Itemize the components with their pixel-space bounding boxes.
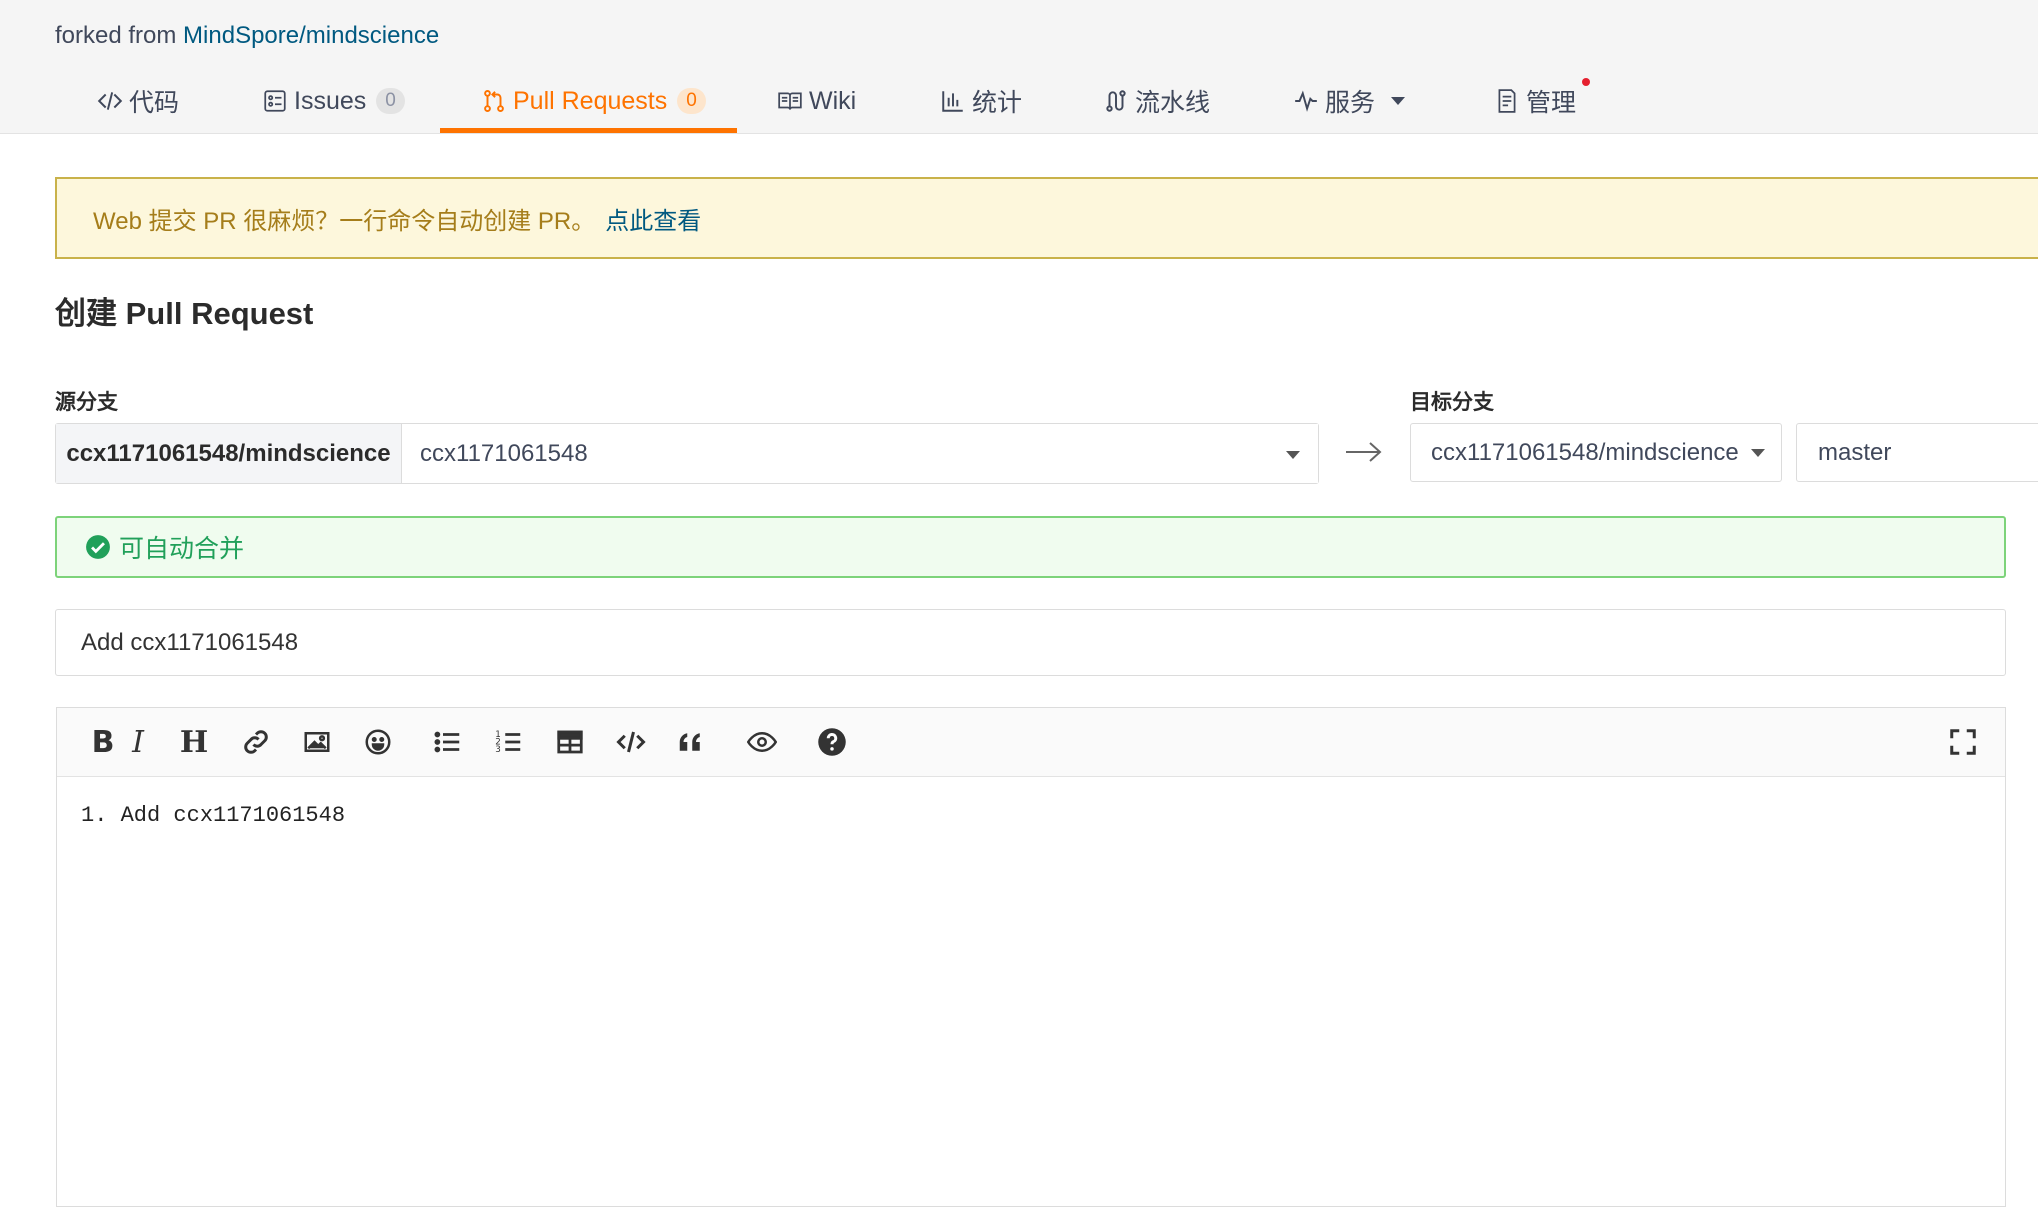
target-branch-select[interactable]: master xyxy=(1796,423,2038,482)
target-repo-value: ccx1171061548/mindscience xyxy=(1431,438,1739,466)
image-button[interactable] xyxy=(298,723,336,761)
book-icon xyxy=(778,92,802,110)
caret-down-icon xyxy=(1286,451,1300,459)
pull-requests-count-badge: 0 xyxy=(677,88,706,114)
tab-manage-label: 管理 xyxy=(1526,89,1577,117)
tab-services[interactable]: 服务 xyxy=(1293,72,1406,130)
pull-request-icon xyxy=(484,90,504,112)
check-circle-icon xyxy=(86,535,110,559)
table-button[interactable] xyxy=(551,723,589,761)
forked-prefix: forked from xyxy=(55,22,177,49)
ordered-list-icon: 123 xyxy=(495,730,521,755)
heading-icon: H xyxy=(179,724,209,760)
target-branch-value: master xyxy=(1818,438,1892,466)
table-icon xyxy=(557,730,583,754)
emoji-icon xyxy=(365,729,391,755)
target-branch-label: 目标分支 xyxy=(1410,391,1494,414)
help-button[interactable] xyxy=(813,723,851,761)
code-block-icon xyxy=(616,731,646,753)
heading-button[interactable]: H xyxy=(175,723,213,761)
target-repo-select[interactable]: ccx1171061548/mindscience xyxy=(1410,423,1782,482)
active-tab-indicator xyxy=(440,128,737,133)
image-icon xyxy=(304,732,330,752)
tab-services-label: 服务 xyxy=(1325,89,1376,117)
ordered-list-button[interactable]: 123 xyxy=(490,723,528,761)
tab-code-label: 代码 xyxy=(129,89,180,117)
banner-text: Web 提交 PR 很麻烦？一行命令自动创建 PR。 xyxy=(93,207,596,235)
source-branch-selector: ccx1171061548/mindscience ccx1171061548 xyxy=(55,423,1319,484)
emoji-button[interactable] xyxy=(359,723,397,761)
editor-content[interactable]: 1. Add ccx1171061548 xyxy=(57,777,2005,854)
link-button[interactable] xyxy=(237,723,275,761)
source-branch-label: 源分支 xyxy=(55,391,118,414)
unordered-list-icon xyxy=(434,731,460,753)
merge-status-text: 可自动合并 xyxy=(119,535,245,563)
code-button[interactable] xyxy=(612,723,650,761)
markdown-editor: B I H 123 1. Add ccx1171061548 xyxy=(56,707,2006,1207)
preview-button[interactable] xyxy=(743,723,781,761)
tab-pipeline[interactable]: 流水线 xyxy=(1103,72,1210,130)
chevron-down-icon xyxy=(1391,97,1406,105)
quote-icon xyxy=(679,733,700,751)
source-repo: ccx1171061548/mindscience xyxy=(56,424,402,483)
forked-from: forked from MindSpore/mindscience xyxy=(55,22,439,50)
tab-manage[interactable]: 管理 xyxy=(1494,72,1576,130)
forked-source-link[interactable]: MindSpore/mindscience xyxy=(183,22,439,49)
tab-stats-label: 统计 xyxy=(972,89,1023,117)
cli-tip-banner: Web 提交 PR 很麻烦？一行命令自动创建 PR。 点此查看 xyxy=(55,177,2038,259)
source-branch-value: ccx1171061548 xyxy=(420,439,588,467)
tab-issues-label: Issues xyxy=(294,86,367,115)
repo-header: forked from MindSpore/mindscience 代码 Iss… xyxy=(0,0,2038,134)
caret-down-icon xyxy=(1751,449,1765,457)
fullscreen-button[interactable] xyxy=(1944,723,1982,761)
issues-icon xyxy=(264,90,286,112)
italic-icon: I xyxy=(132,724,144,760)
tab-pull-requests-label: Pull Requests xyxy=(513,86,668,115)
tab-pipeline-label: 流水线 xyxy=(1135,89,1211,117)
italic-button[interactable]: I xyxy=(119,723,157,761)
arrow-right-icon xyxy=(1346,442,1382,462)
bold-icon: B xyxy=(91,724,115,760)
bold-button[interactable]: B xyxy=(84,723,122,761)
tab-wiki-label: Wiki xyxy=(809,86,857,115)
code-icon xyxy=(97,92,123,110)
tab-code[interactable]: 代码 xyxy=(97,72,179,130)
help-icon xyxy=(818,728,846,756)
bar-chart-icon xyxy=(942,91,963,112)
notification-dot xyxy=(1582,78,1590,86)
banner-link[interactable]: 点此查看 xyxy=(605,201,701,236)
source-branch-select[interactable]: ccx1171061548 xyxy=(402,424,1318,483)
tab-stats[interactable]: 统计 xyxy=(940,72,1022,130)
settings-doc-icon xyxy=(1498,89,1516,113)
svg-text:3: 3 xyxy=(495,745,501,755)
tab-pull-requests[interactable]: Pull Requests 0 xyxy=(481,72,706,130)
tab-issues[interactable]: Issues 0 xyxy=(262,72,405,130)
fullscreen-icon xyxy=(1950,729,1976,755)
unordered-list-button[interactable] xyxy=(429,723,467,761)
merge-status-alert: 可自动合并 xyxy=(55,516,2006,578)
pipeline-icon xyxy=(1106,90,1126,112)
issues-count-badge: 0 xyxy=(376,88,405,114)
editor-toolbar: B I H 123 xyxy=(57,708,2005,777)
link-icon xyxy=(244,730,268,754)
eye-icon xyxy=(747,731,777,753)
tab-wiki[interactable]: Wiki xyxy=(777,72,856,130)
quote-button[interactable] xyxy=(672,723,710,761)
activity-icon xyxy=(1295,90,1317,112)
pr-title-input[interactable] xyxy=(55,609,2006,676)
page-title: 创建 Pull Request xyxy=(55,296,314,331)
